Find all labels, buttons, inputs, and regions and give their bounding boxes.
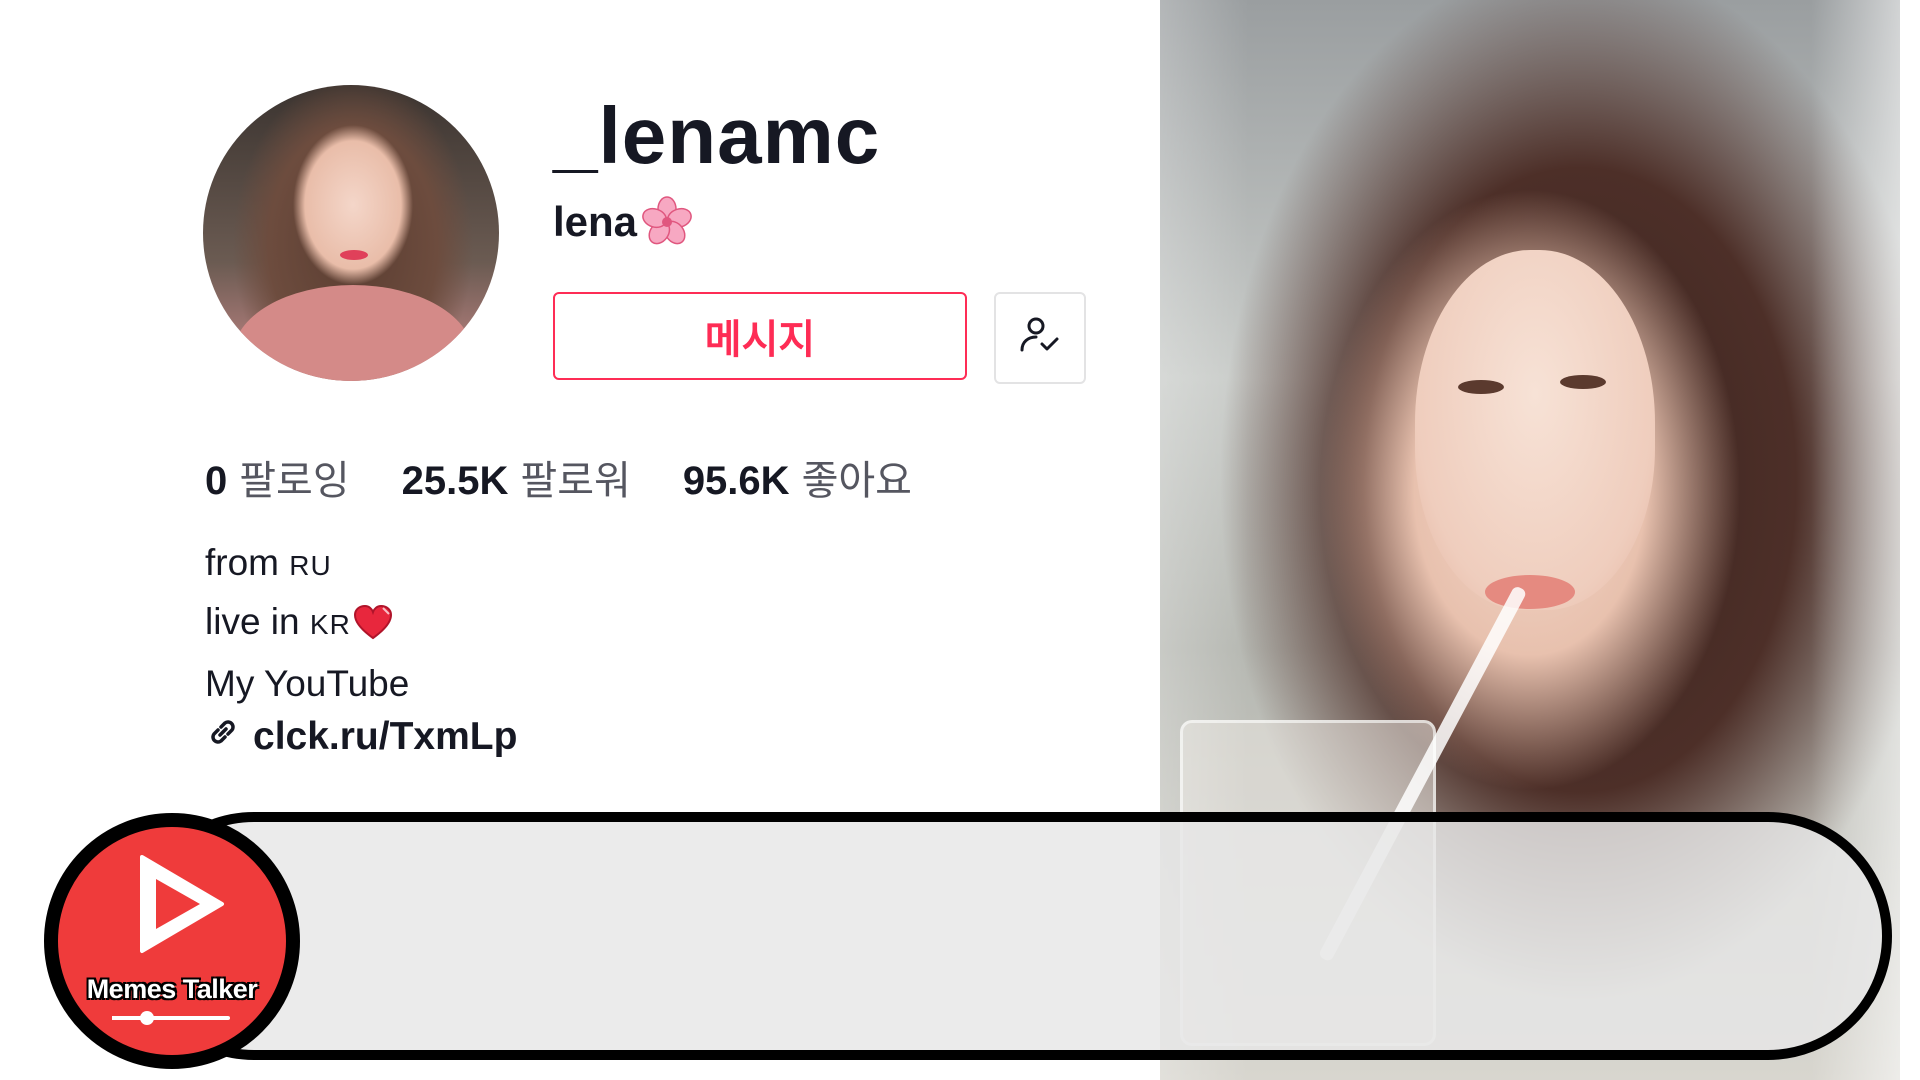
profile-link[interactable]: clck.ru/TxmLp [205,714,517,760]
heart-icon [353,600,393,656]
bio-from-prefix: from [205,542,290,583]
photo-face [1415,250,1655,610]
stat-followers-count: 25.5K [401,459,509,503]
profile-stats: 0 팔로잉 25.5K 팔로워 95.6K 좋아요 [205,448,912,506]
stat-likes-label: 좋아요 [801,459,912,503]
bio-line-youtube: My YouTube [205,663,410,704]
avatar[interactable] [203,85,499,381]
photo-eye-left [1458,380,1504,394]
bio: from RU live in KR My YouTube [205,535,409,712]
stat-likes-count: 95.6K [682,459,790,503]
play-icon [124,849,234,964]
stat-following-label: 팔로잉 [239,459,350,503]
link-text[interactable]: clck.ru/TxmLp [253,715,517,759]
stat-followers[interactable]: 25.5K 팔로워 [402,448,631,506]
cherry-blossom-icon [641,196,693,248]
user-check-icon [1016,312,1064,365]
nickname: lena [553,196,693,248]
photo-lips [1485,575,1575,609]
avatar-sweater [233,285,473,381]
caption-banner [130,812,1892,1060]
bio-from-code: RU [289,550,332,581]
message-button[interactable]: 메시지 [553,292,967,380]
bio-live-prefix: live in [205,601,310,642]
stat-following[interactable]: 0 팔로잉 [205,448,350,506]
stat-likes: 95.6K 좋아요 [683,448,912,506]
channel-logo [44,813,300,1069]
bio-line-from: from RU [205,535,409,594]
avatar-lips [340,250,368,260]
channel-name: Memes Talker [86,974,258,1004]
photo-eye-right [1560,375,1606,389]
nickname-text: lena [553,198,638,245]
stat-followers-label: 팔로워 [520,459,631,503]
bio-line-live: live in KR [205,594,409,656]
bio-live-code: KR [309,609,351,640]
username: _lenamc [553,91,881,180]
link-icon [205,714,241,760]
logo-progress-bar [112,1011,230,1025]
stat-following-count: 0 [205,459,228,503]
following-button[interactable] [994,292,1086,384]
